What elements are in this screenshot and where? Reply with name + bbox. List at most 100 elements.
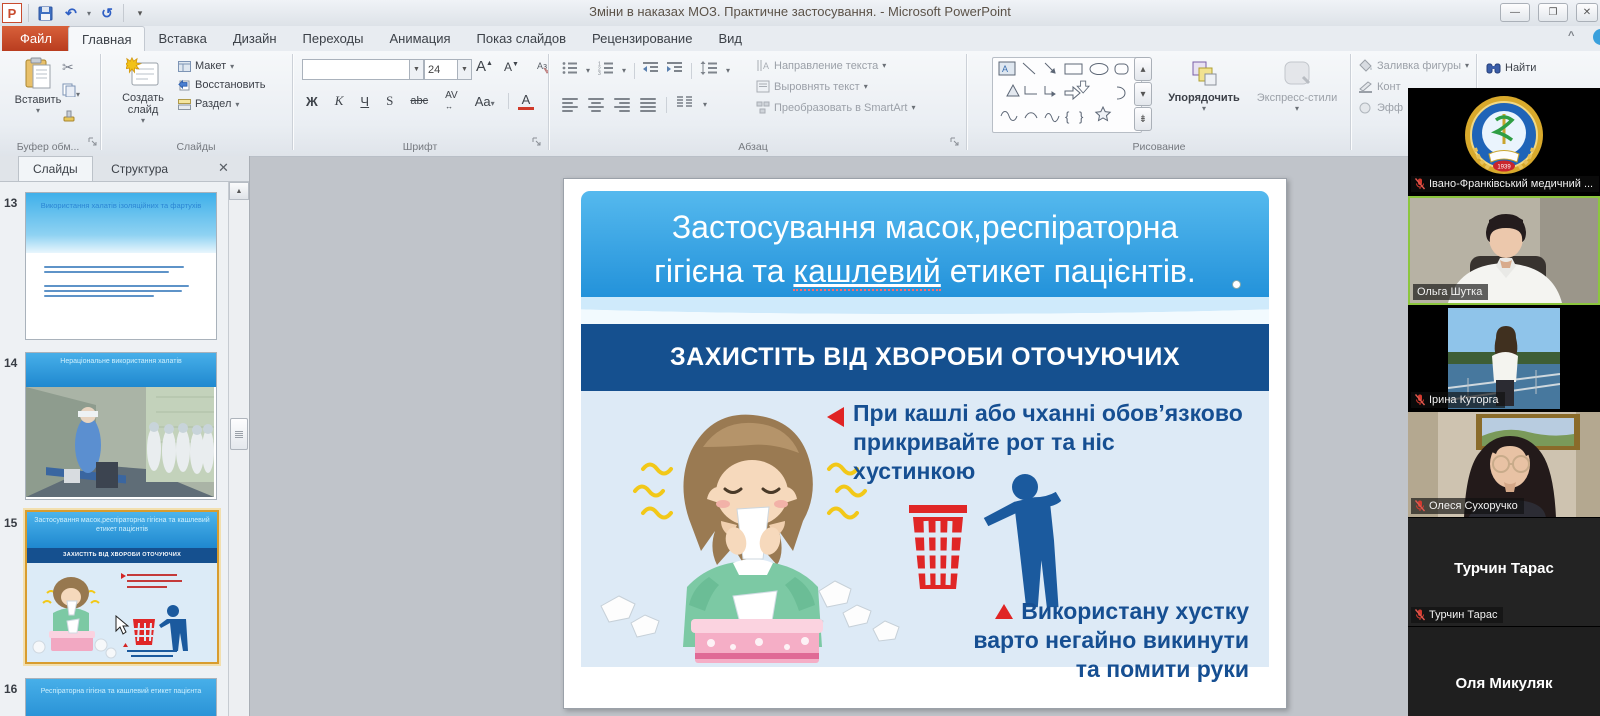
justify-icon[interactable] <box>640 97 656 112</box>
find-button[interactable]: Найти <box>1486 61 1536 74</box>
align-text-button[interactable]: Выровнять текст ▾ <box>756 80 915 93</box>
participant-tile-olha-shutka[interactable]: Ольга Шутка <box>1408 196 1600 305</box>
paste-button[interactable]: Вставить ▾ <box>12 57 64 115</box>
cut-icon[interactable]: ✂ <box>62 59 80 76</box>
arrange-icon <box>1189 59 1219 92</box>
tab-file[interactable]: Файл <box>2 26 70 51</box>
change-case-button[interactable]: Aa▾ <box>471 93 499 110</box>
copy-icon[interactable]: ▾ <box>62 83 80 102</box>
title-wave-decoration <box>581 297 1269 325</box>
tab-outline[interactable]: Структура <box>97 157 182 181</box>
text-direction-button[interactable]: А Направление текста ▾ <box>756 59 915 72</box>
shapes-gallery[interactable]: А { } <box>992 57 1142 133</box>
slide-14-thumbnail[interactable]: Нераціональне використання халатів <box>25 352 217 500</box>
slide-title-line2: гігієна та кашлевий етикет пацієнтів. <box>654 253 1196 291</box>
shapes-more-icon[interactable]: ⇟ <box>1134 107 1152 131</box>
participant-tile-olia-mykuliak[interactable]: Оля Микуляк <box>1408 627 1600 716</box>
participant-tile-iryna-kutorha[interactable]: Ірина Куторга <box>1408 305 1600 412</box>
shapes-gallery-icons: А { } <box>998 61 1129 124</box>
smartart-button[interactable]: Преобразовать в SmartArt ▾ <box>756 101 915 114</box>
tab-design[interactable]: Дизайн <box>220 26 290 50</box>
underline-button[interactable]: Ч <box>356 93 373 110</box>
tab-animations[interactable]: Анимация <box>377 26 464 50</box>
participant-nametag: Олеся Сухоручко <box>1411 498 1524 514</box>
slide-title[interactable]: Застосування масок,респіраторна гігієна … <box>581 191 1269 308</box>
tab-home[interactable]: Главная <box>68 26 146 52</box>
red-triangle-icon <box>995 604 1014 619</box>
line-spacing-icon[interactable] <box>700 61 718 80</box>
shrink-font-icon[interactable]: А▼ <box>500 59 523 75</box>
close-button[interactable]: ✕ <box>1576 3 1598 22</box>
tab-transitions[interactable]: Переходы <box>290 26 377 50</box>
increase-indent-icon[interactable] <box>667 61 683 80</box>
align-center-icon[interactable] <box>588 97 604 112</box>
help-icon[interactable] <box>1593 29 1600 45</box>
participant-tile-olesia-sukhoruchko[interactable]: Олеся Сухоручко <box>1408 412 1600 518</box>
reset-button[interactable]: Восстановить <box>178 79 265 91</box>
font-name-combo[interactable]: ▼ <box>302 59 424 80</box>
font-color-button[interactable]: А <box>517 92 535 110</box>
decrease-indent-icon[interactable] <box>643 61 659 80</box>
close-panel-icon[interactable]: ✕ <box>218 160 229 176</box>
shape-fill-button[interactable]: Заливка фигуры ▾ <box>1358 59 1469 72</box>
paragraph-right-column: А Направление текста ▾ Выровнять текст ▾ Пр… <box>756 59 915 114</box>
slides-panel-tabs: Слайды Структура ✕ <box>0 156 249 182</box>
slide-13-thumbnail[interactable]: Використання халатів ізоляційних та фарт… <box>25 192 217 340</box>
layout-button[interactable]: Макет ▾ <box>178 60 265 72</box>
numbering-icon[interactable]: 123 <box>598 61 614 80</box>
scrollbar-thumb[interactable] <box>230 418 248 450</box>
slides-scrollbar[interactable]: ▲ <box>228 182 249 716</box>
clear-formatting-icon[interactable]: Аз <box>532 58 555 78</box>
italic-button[interactable]: K <box>331 92 348 110</box>
slide-banner[interactable]: ЗАХИСТІТЬ ВІД ХВОРОБИ ОТОЧУЮЧИХ <box>581 324 1269 391</box>
arrange-button[interactable]: Упорядочить ▾ <box>1162 59 1246 113</box>
slide-13-body-lines <box>26 253 216 297</box>
new-slide-button[interactable]: Создать слайд ▾ <box>112 56 174 125</box>
shapes-scroll-down-icon[interactable]: ▾ <box>1134 82 1152 106</box>
resize-handle[interactable] <box>1232 280 1241 289</box>
paragraph-dialog-launcher[interactable] <box>950 134 960 152</box>
participant-display-name: Оля Микуляк <box>1455 675 1553 692</box>
font-dialog-launcher[interactable] <box>532 134 542 152</box>
participant-tile-turchyn-taras[interactable]: Турчин Тарас Турчин Тарас <box>1408 518 1600 627</box>
powerpoint-window: P ↶ ▾ ↺ ▾ Зміни в наказах МОЗ. Практичне… <box>0 0 1600 716</box>
font-size-combo[interactable]: 24 ▼ <box>424 59 472 80</box>
collapse-ribbon-icon[interactable]: ^ <box>1568 30 1574 42</box>
columns-icon[interactable] <box>677 95 693 114</box>
align-left-icon[interactable] <box>562 97 578 112</box>
new-slide-icon <box>121 56 160 92</box>
tab-view[interactable]: Вид <box>705 26 755 50</box>
character-spacing-button[interactable]: AV ↔ <box>441 89 462 113</box>
slide-16-thumbnail[interactable]: Респіраторна гігієна та кашлевий етикет … <box>25 678 217 716</box>
minimize-button[interactable]: — <box>1500 3 1530 22</box>
quick-styles-button[interactable]: Экспресс-стили ▾ <box>1250 59 1344 113</box>
grow-font-icon[interactable]: А▲ <box>472 57 497 76</box>
tab-insert[interactable]: Вставка <box>145 26 219 50</box>
window-title: Зміни в наказах МОЗ. Практичне застосува… <box>589 4 1011 19</box>
slide-canvas[interactable]: Застосування масок,респіраторна гігієна … <box>563 178 1287 709</box>
slide-15-thumbnail[interactable]: Застосування масок,респіраторна гігієна … <box>25 510 219 664</box>
clipboard-dialog-launcher[interactable] <box>88 134 98 152</box>
slide-14-title: Нераціональне використання халатів <box>26 353 216 387</box>
participant-tile-institution[interactable]: 1939 Івано-Франківський медичний ... <box>1408 88 1600 196</box>
drawing-group-label: Рисование <box>1132 141 1186 153</box>
title-bar: P ↶ ▾ ↺ ▾ Зміни в наказах МОЗ. Практичне… <box>0 0 1600 27</box>
restore-button[interactable]: ❐ <box>1538 3 1568 22</box>
format-painter-icon[interactable] <box>62 109 80 128</box>
slide-body[interactable]: При кашлі або чханні обов’язково прикрив… <box>581 391 1269 682</box>
bullets-icon[interactable] <box>562 61 578 80</box>
tab-review[interactable]: Рецензирование <box>579 26 705 50</box>
mouse-cursor-icon <box>115 615 130 635</box>
align-right-icon[interactable] <box>614 97 630 112</box>
section-button[interactable]: Раздел ▾ <box>178 98 265 110</box>
scroll-up-icon[interactable]: ▲ <box>229 182 249 200</box>
window-controls: — ❐ ✕ <box>1500 3 1598 22</box>
text-shadow-button[interactable]: S <box>382 92 397 110</box>
strikethrough-button[interactable]: abc <box>406 94 432 108</box>
bold-button[interactable]: Ж <box>302 93 322 110</box>
tab-slideshow[interactable]: Показ слайдов <box>464 26 580 50</box>
tab-slides-thumbnails[interactable]: Слайды <box>18 156 93 181</box>
misspelled-word: кашлевий <box>793 253 941 291</box>
shapes-scroll-up-icon[interactable]: ▴ <box>1134 57 1152 81</box>
participant-nametag: Ірина Куторга <box>1411 392 1505 408</box>
